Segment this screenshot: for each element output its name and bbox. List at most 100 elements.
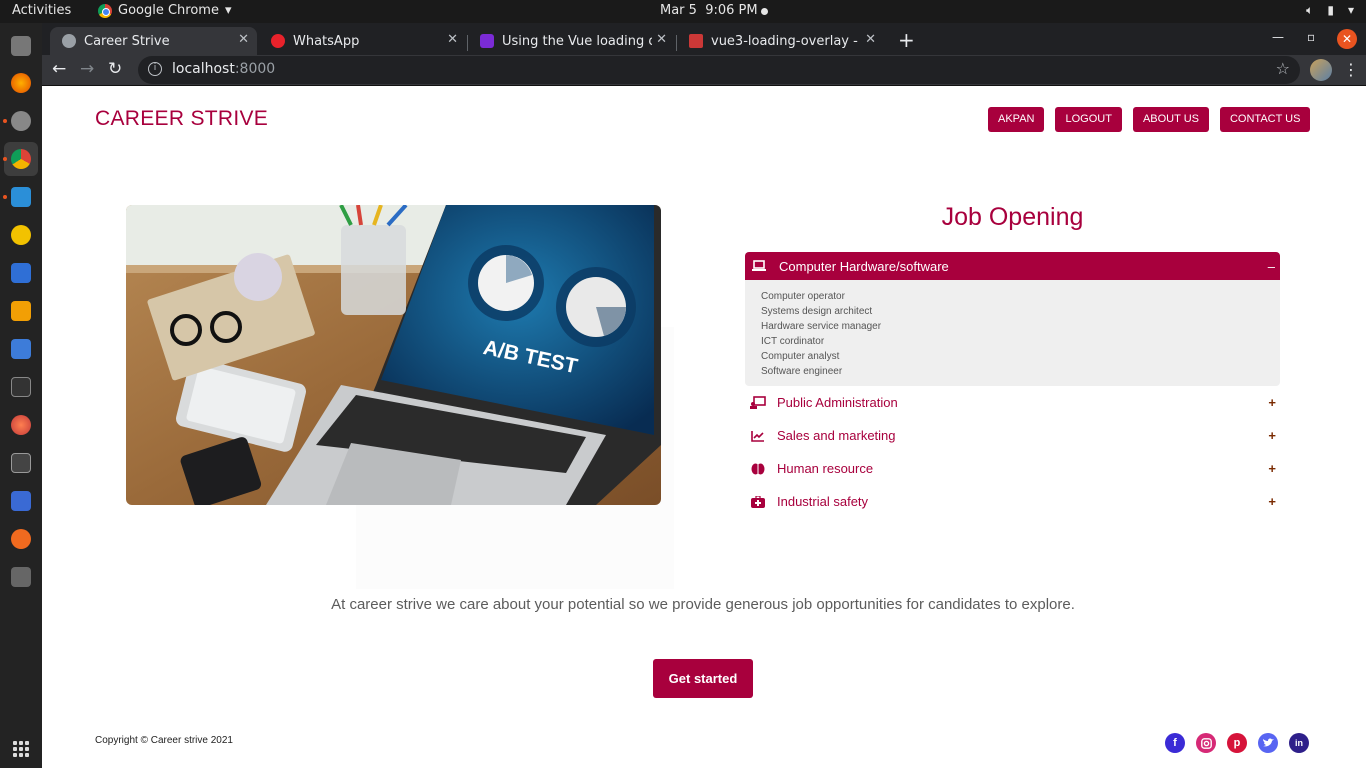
address-bar[interactable]: i localhost:8000 ☆	[138, 56, 1300, 84]
accordion-label: Computer Hardware/software	[779, 258, 949, 274]
accordion-body-computer: Computer operator Systems design archite…	[745, 280, 1280, 386]
brain-icon	[750, 463, 766, 475]
expand-icon[interactable]: +	[1268, 461, 1276, 476]
forward-icon[interactable]: →	[80, 59, 94, 79]
nav-about-button[interactable]: ABOUT US	[1132, 107, 1209, 132]
expand-icon[interactable]: +	[1268, 494, 1276, 509]
show-applications-icon[interactable]	[13, 741, 29, 757]
accordion-label: Public Administration	[777, 395, 898, 410]
laptop-desk-illustration: A/B TEST	[126, 205, 661, 505]
running-indicator	[3, 119, 7, 123]
system-tray[interactable]: 🔈︎ ▮ ▾	[1306, 3, 1354, 18]
nav-logout-button[interactable]: LOGOUT	[1055, 107, 1122, 132]
site-nav: AKPAN LOGOUT ABOUT US CONTACT US	[988, 107, 1311, 132]
facebook-icon[interactable]: f	[1165, 733, 1185, 753]
url-port: :8000	[234, 61, 276, 77]
accordion-label: Human resource	[777, 461, 874, 476]
accordion-label: Sales and marketing	[777, 428, 896, 443]
settings-icon[interactable]	[11, 111, 31, 131]
accordion-header-public-admin[interactable]: Public Administration +	[745, 386, 1280, 419]
reload-icon[interactable]: ↻	[108, 59, 122, 79]
nav-user-button[interactable]: AKPAN	[988, 107, 1045, 132]
tab-strip: Career Strive ✕ WhatsApp ✕ Using the Vue…	[42, 23, 1366, 55]
expand-icon[interactable]: +	[1268, 395, 1276, 410]
globe-icon	[62, 34, 76, 48]
linkedin-icon[interactable]: in	[1289, 733, 1309, 753]
chrome-dock-icon[interactable]	[11, 149, 31, 169]
window-close-icon[interactable]: ✕	[1337, 29, 1357, 49]
job-item[interactable]: Systems design architect	[761, 304, 1264, 319]
battery-icon: ▮	[1327, 3, 1334, 17]
screenshot-icon[interactable]	[11, 339, 31, 359]
pinterest-icon[interactable]: p	[1227, 733, 1247, 753]
menu-kebab-icon[interactable]: ⋮	[1343, 60, 1359, 79]
chart-line-icon	[750, 430, 766, 442]
tab-vue-loading[interactable]: Using the Vue loading ove ✕	[468, 27, 675, 55]
accordion-header-safety[interactable]: Industrial safety +	[745, 485, 1280, 518]
tab-title: Career Strive	[84, 33, 170, 49]
close-icon[interactable]: ✕	[238, 32, 249, 47]
collapse-icon[interactable]: –	[1268, 259, 1275, 274]
accordion-header-sales[interactable]: Sales and marketing +	[745, 419, 1280, 452]
new-tab-icon[interactable]: +	[898, 28, 915, 52]
running-indicator	[3, 157, 7, 161]
firefox-icon[interactable]	[11, 73, 31, 93]
copyright: Copyright © Career strive 2021	[95, 735, 233, 746]
disk-icon[interactable]	[11, 567, 31, 587]
clock-time: 9:06 PM	[705, 3, 758, 18]
clock[interactable]: Mar 5 9:06 PM	[660, 3, 758, 18]
power-menu-icon: ▾	[1347, 3, 1354, 17]
page: CAREER STRIVE AKPAN LOGOUT ABOUT US CONT…	[42, 87, 1366, 768]
chalkboard-teacher-icon	[750, 395, 766, 410]
tab-career-strive[interactable]: Career Strive ✕	[50, 27, 257, 55]
tab-whatsapp[interactable]: WhatsApp ✕	[259, 27, 466, 55]
nav-contact-button[interactable]: CONTACT US	[1219, 107, 1311, 132]
tab-title: WhatsApp	[293, 33, 360, 49]
restore-icon[interactable]: ▫	[1307, 30, 1315, 44]
rhythmbox-icon[interactable]	[11, 225, 31, 245]
text-editor-icon[interactable]	[11, 263, 31, 283]
tab-title: Using the Vue loading ove	[502, 33, 652, 49]
terminal-icon[interactable]	[11, 377, 31, 397]
accordion-header-hr[interactable]: Human resource +	[745, 452, 1280, 485]
instagram-icon[interactable]	[1196, 733, 1216, 753]
tab-npm[interactable]: vue3-loading-overlay - npr ✕	[677, 27, 884, 55]
clock-date: Mar 5	[660, 3, 697, 18]
site-brand[interactable]: CAREER STRIVE	[95, 107, 268, 131]
app-menu[interactable]: Google Chrome ▾	[98, 3, 232, 18]
twitter-icon[interactable]	[1258, 733, 1278, 753]
job-item[interactable]: Hardware service manager	[761, 319, 1264, 334]
back-icon[interactable]: ←	[52, 59, 66, 79]
job-item[interactable]: Computer analyst	[761, 349, 1264, 364]
minimize-icon[interactable]: —	[1272, 30, 1284, 44]
accordion-label: Industrial safety	[777, 494, 869, 509]
job-item[interactable]: Software engineer	[761, 364, 1264, 379]
remote-desktop-icon[interactable]	[11, 491, 31, 511]
site-info-icon[interactable]: i	[148, 62, 162, 76]
system-monitor-icon[interactable]	[11, 453, 31, 473]
close-icon[interactable]: ✕	[447, 32, 458, 47]
social-links: f p in	[1165, 733, 1309, 753]
expand-icon[interactable]: +	[1268, 428, 1276, 443]
get-started-button[interactable]: Get started	[653, 659, 753, 698]
files-icon[interactable]	[11, 36, 31, 56]
archive-icon[interactable]	[11, 301, 31, 321]
running-indicator	[3, 195, 7, 199]
compass-icon[interactable]	[11, 529, 31, 549]
vscode-icon[interactable]	[11, 187, 31, 207]
volume-icon: 🔈︎	[1306, 3, 1314, 17]
job-item[interactable]: ICT cordinator	[761, 334, 1264, 349]
bookmark-star-icon[interactable]: ☆	[1276, 59, 1290, 78]
color-picker-icon[interactable]	[11, 415, 31, 435]
activities-button[interactable]: Activities	[12, 3, 71, 18]
browser-toolbar: ← → ↻ i localhost:8000 ☆ ⋮	[42, 55, 1366, 86]
tab-title: vue3-loading-overlay - npr	[711, 33, 861, 49]
close-icon[interactable]: ✕	[865, 32, 876, 47]
chevron-down-icon: ▾	[224, 3, 232, 18]
close-icon[interactable]: ✕	[656, 32, 667, 47]
profile-avatar[interactable]	[1310, 59, 1332, 81]
accordion-header-computer[interactable]: Computer Hardware/software –	[745, 252, 1280, 280]
npm-icon	[689, 34, 703, 48]
job-item[interactable]: Computer operator	[761, 289, 1264, 304]
job-opening-title: Job Opening	[941, 203, 1084, 231]
